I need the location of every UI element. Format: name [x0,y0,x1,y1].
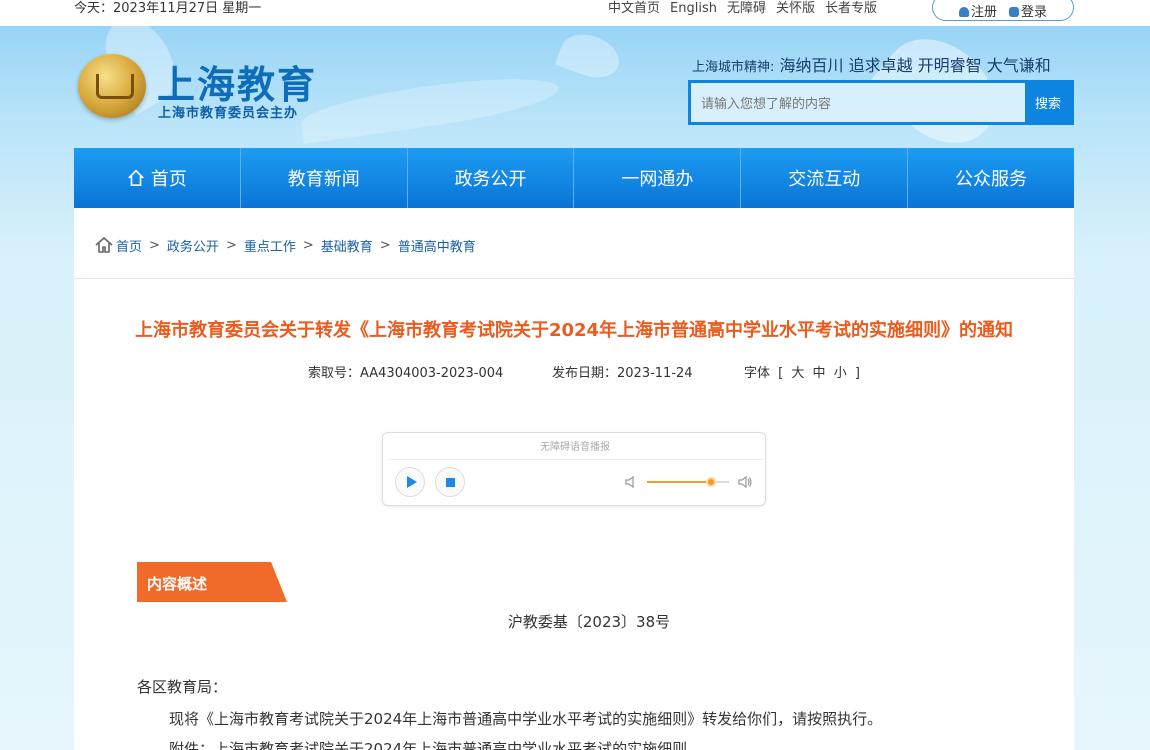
link-english[interactable]: English [670,0,717,17]
link-elder-version[interactable]: 长者专版 [825,0,877,17]
stop-button[interactable] [435,467,465,497]
search-input[interactable]: 请输入您想了解的内容 [691,83,1025,122]
stop-icon [445,477,455,487]
play-icon [406,476,417,488]
nav-item-public-service[interactable]: 公众服务 [908,148,1074,208]
main-nav: 首页 教育新闻 政务公开 一网通办 交流互动 公众服务 [74,148,1074,208]
search-button[interactable]: 搜索 [1025,83,1071,122]
player-divider [387,459,763,460]
volume-slider[interactable] [647,477,729,487]
section-tag: 内容概述 [137,562,287,602]
player-label: 无障碍语音播报 [540,442,610,453]
volume-slider-knob[interactable] [705,477,716,487]
current-date: 今天：2023年11月27日 星期一 [74,1,262,16]
breadcrumb-high-school[interactable]: 普通高中教育 [398,236,476,255]
logo-emblem-icon[interactable] [78,54,146,118]
nav-item-label: 首页 [150,169,187,190]
home-icon [127,169,145,187]
body-paragraph: 现将《上海市教育考试院关于2024年上海市普通高中学业水平考试的实施细则》转发给… [169,710,883,728]
nav-item-government-affairs[interactable]: 政务公开 [408,148,575,208]
site-subtitle: 上海市教育委员会主办 [158,106,299,121]
user-icon [958,6,969,17]
nav-item-interaction[interactable]: 交流互动 [741,148,909,208]
salutation: 各区教育局： [137,678,228,696]
breadcrumb-separator: > [379,237,391,253]
volume-high-icon[interactable] [737,474,753,490]
nav-item-one-stop-service[interactable]: 一网通办 [574,148,742,208]
lock-icon [1009,6,1019,17]
breadcrumb-basic-education[interactable]: 基础教育 [321,236,373,255]
breadcrumb-separator: > [149,237,160,253]
font-bracket-open: [ [778,366,784,381]
breadcrumb-separator: > [225,237,237,253]
decor-petal [554,26,626,86]
nav-item-home[interactable]: 首页 [74,148,241,208]
top-bar: 今天：2023年11月27日 星期一 中文首页 English 无障碍 关怀版 … [0,0,1150,26]
attachment-link[interactable]: 附件：上海市教育考试院关于2024年上海市普通高中学业水平考试的实施细则 [169,738,687,750]
breadcrumb-government-affairs[interactable]: 政务公开 [167,236,219,255]
motto-label: 上海城市精神: [692,60,775,75]
font-medium-button[interactable]: 中 [813,366,826,381]
article-title: 上海市教育委员会关于转发《上海市教育考试院关于2024年上海市普通高中学业水平考… [134,320,1014,341]
volume-slider-fill [647,481,711,483]
login-link[interactable]: 登录 [1009,1,1047,20]
index-number: 索取号：AA4304003-2023-004 [308,366,504,381]
breadcrumb-home[interactable]: 首页 [116,236,142,255]
decor-petal [298,68,562,144]
login-label: 登录 [1021,4,1048,20]
play-button[interactable] [395,467,425,497]
breadcrumb-key-work[interactable]: 重点工作 [244,236,296,255]
font-size-label: 字体 [744,366,771,381]
font-size-controls: 字体 [ 大 中 小 ] [742,362,862,381]
top-links: 中文首页 English 无障碍 关怀版 长者专版 [608,0,877,17]
audio-player: 无障碍语音播报 [382,432,766,506]
divider [74,278,1074,279]
link-chinese-home[interactable]: 中文首页 [608,0,660,17]
motto-text: 海纳百川 追求卓越 开明睿智 大气谦和 [779,56,1051,75]
site-header: 上海教育 上海市教育委员会主办 上海城市精神: 海纳百川 追求卓越 开明睿智 大… [0,26,1150,148]
content-panel: 首页 > 政务公开 > 重点工作 > 基础教育 > 普通高中教育 上海市教育委员… [74,208,1074,750]
register-link[interactable]: 注册 [958,1,997,20]
city-motto: 上海城市精神: 海纳百川 追求卓越 开明睿智 大气谦和 [692,52,1051,76]
search-bar: 请输入您想了解的内容 搜索 [688,80,1074,125]
register-label: 注册 [970,4,997,20]
article-meta: 索取号：AA4304003-2023-004 发布日期：2023-11-24 字… [308,362,862,381]
font-small-button[interactable]: 小 [834,366,847,381]
breadcrumb-separator: > [302,237,314,253]
font-bracket-close: ] [854,366,860,381]
auth-box: 注册 登录 [932,0,1074,21]
section-tag-label: 内容概述 [147,575,208,593]
volume-low-icon[interactable] [623,474,639,490]
site-title[interactable]: 上海教育 [157,54,317,109]
link-accessibility[interactable]: 无障碍 [727,0,766,17]
breadcrumb: 首页 > 政务公开 > 重点工作 > 基础教育 > 普通高中教育 [94,235,476,255]
font-large-button[interactable]: 大 [791,366,804,381]
link-care-version[interactable]: 关怀版 [776,0,815,17]
publish-date: 发布日期：2023-11-24 [552,366,693,381]
nav-item-education-news[interactable]: 教育新闻 [241,148,408,208]
document-number: 沪教委基〔2023〕38号 [507,613,671,631]
home-icon [95,236,113,253]
